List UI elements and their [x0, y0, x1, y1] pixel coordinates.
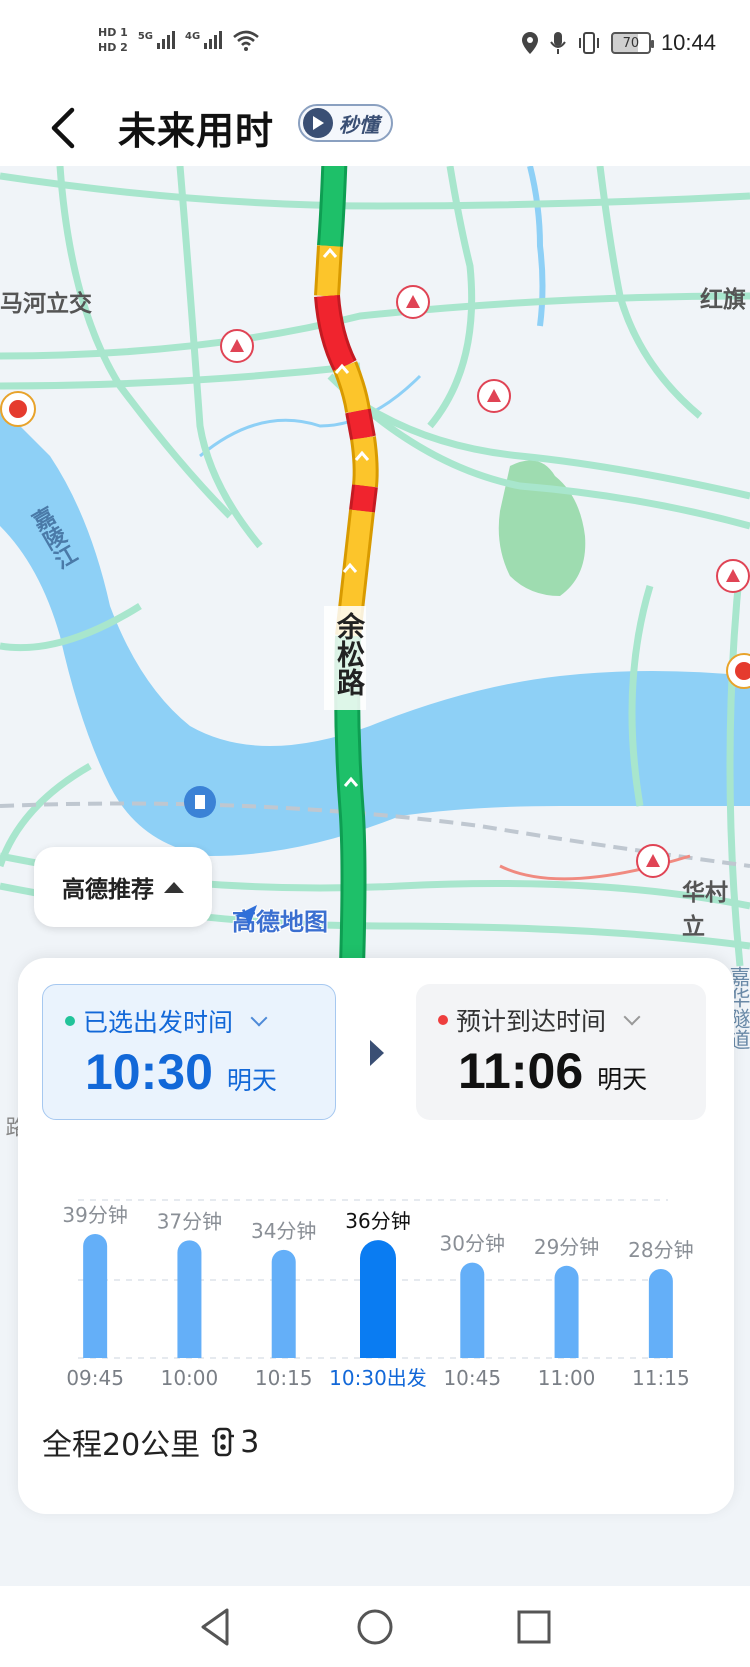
chart-category-label: 10:00: [161, 1366, 219, 1390]
chart-value-label: 37分钟: [157, 1209, 222, 1233]
arrival-time: 11:06: [458, 1043, 584, 1099]
travel-time-card: 已选出发时间 10:30 明天 预计到达时间 11:06 明天 39分钟 09:4…: [18, 958, 734, 1514]
chart-value-label: 36分钟: [345, 1209, 410, 1233]
quick-explain-badge[interactable]: 秒懂: [298, 104, 393, 142]
recommend-label: 高德推荐: [62, 877, 154, 903]
chart-category-label: 10:45: [443, 1366, 501, 1390]
signal-5g-icon: 5G: [138, 31, 175, 49]
hd1-label: HD 1: [98, 26, 128, 39]
chevron-down-icon: [250, 1009, 268, 1027]
traffic-light-icon: [212, 1427, 235, 1457]
chart-value-label: 28分钟: [628, 1238, 693, 1262]
arrival-value: 11:06 明天: [458, 1042, 647, 1100]
vibrate-icon: [578, 32, 599, 54]
hd2-label: HD 2: [98, 41, 128, 54]
system-nav-bar: [0, 1586, 750, 1667]
traffic-light-count: 3: [240, 1424, 260, 1460]
chart-value-label: 30分钟: [440, 1232, 505, 1256]
arrival-dot: [438, 1015, 448, 1025]
nav-back-icon[interactable]: [191, 1602, 241, 1652]
chart-category-label: 09:45: [66, 1366, 124, 1390]
hd-indicators: HD 1 HD 2: [98, 26, 128, 54]
back-arrow-icon[interactable]: [44, 104, 84, 152]
location-icon: [521, 32, 538, 54]
battery-level: 70: [622, 35, 640, 51]
chart-bar[interactable]: [648, 1268, 673, 1358]
nav-home-icon[interactable]: [350, 1602, 400, 1652]
play-icon: [303, 108, 333, 138]
traffic-light-counter: 3: [210, 1425, 259, 1460]
arrival-time-selector[interactable]: 预计到达时间 11:06 明天: [416, 984, 706, 1120]
departure-day: 明天: [226, 1066, 277, 1095]
chevron-down-icon: [623, 1008, 641, 1026]
badge-label: 秒懂: [339, 112, 379, 137]
wifi-icon: [233, 30, 260, 51]
departure-dot: [65, 1016, 75, 1026]
chart-bar[interactable]: [360, 1240, 396, 1358]
net1-label: 5G: [137, 31, 153, 42]
arrival-header: 预计到达时间: [438, 1002, 641, 1038]
chart-category-label: 10:30出发: [329, 1366, 427, 1390]
status-left: HD 1 HD 2 5G 4G: [98, 26, 260, 54]
net2-label: 4G: [185, 31, 201, 42]
map-label-hongqi: 红旗: [700, 287, 746, 313]
chart-bar[interactable]: [460, 1262, 485, 1358]
map-label-interchange: 马河立交: [0, 291, 92, 317]
page-header: 未来用时 秒懂: [0, 90, 750, 166]
chart-value-label: 34分钟: [251, 1219, 316, 1243]
arrival-label: 预计到达时间: [456, 1007, 607, 1036]
departure-label: 已选出发时间: [83, 1008, 234, 1037]
distance-text: 全程20公里: [42, 1428, 201, 1463]
map-label-huacun: 华村立: [682, 880, 728, 940]
chart-bar[interactable]: [177, 1240, 202, 1358]
amap-logo: 高德地图: [232, 902, 328, 937]
signal-4g-icon: 4G: [185, 31, 223, 49]
departure-time: 10:30: [85, 1044, 213, 1100]
departure-time-selector[interactable]: 已选出发时间 10:30 明天: [42, 984, 336, 1120]
status-right: 70 10:44: [521, 30, 716, 56]
departure-header: 已选出发时间: [65, 1003, 268, 1039]
departure-value: 10:30 明天: [85, 1043, 277, 1101]
arrival-day: 明天: [597, 1065, 648, 1094]
map-road-label: 余松路: [333, 612, 366, 696]
chart-bar[interactable]: [83, 1234, 108, 1358]
microphone-icon: [550, 32, 566, 54]
route-summary: 全程20公里 3: [42, 1420, 259, 1464]
chart-value-label: 39分钟: [62, 1203, 127, 1227]
caret-up-icon: [164, 881, 184, 893]
arrow-right-icon: [370, 1040, 384, 1066]
battery-icon: 70: [610, 32, 654, 54]
chart-bar[interactable]: [554, 1265, 579, 1358]
chart-category-label: 11:15: [632, 1366, 690, 1390]
chart-bar[interactable]: [271, 1249, 296, 1358]
status-bar: HD 1 HD 2 5G 4G 70 10:44: [0, 0, 750, 90]
amap-arrow-icon: [235, 905, 257, 927]
chart-category-label: 10:15: [255, 1366, 313, 1390]
travel-time-chart: 39分钟 09:45 37分钟 10:00 34分钟 10:15 36分钟 10:30出发 30…: [62, 1199, 694, 1390]
status-time: 10:44: [660, 30, 716, 55]
nav-recents-icon[interactable]: [509, 1602, 559, 1652]
recommend-button[interactable]: 高德推荐: [34, 847, 212, 927]
chart-value-label: 29分钟: [534, 1235, 599, 1259]
chart-category-label: 11:00: [538, 1366, 596, 1390]
page-title: 未来用时: [118, 109, 275, 153]
